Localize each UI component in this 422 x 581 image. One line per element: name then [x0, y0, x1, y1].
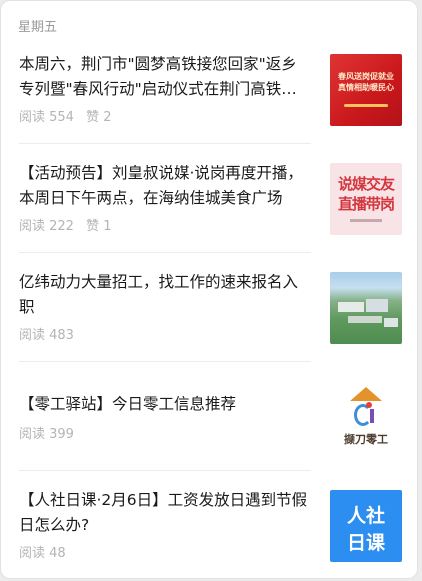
article-item[interactable]: 亿纬动力大量招工，找工作的速来报名入职 阅读 483 [1, 265, 417, 361]
divider [19, 252, 311, 253]
logo-text: 撷刀零工 [344, 433, 388, 446]
article-meta: 阅读 48 [19, 542, 66, 561]
read-count: 阅读 399 [19, 427, 74, 442]
article-title[interactable]: 【人社日课·2月6日】工资发放日遇到节假日怎么办? [19, 488, 311, 538]
thumb-caption: 人社 [346, 505, 385, 527]
article-item[interactable]: 【零工驿站】今日零工信息推荐 阅读 399 撷刀零工 [1, 374, 417, 470]
hrss-daily-lesson-image[interactable]: 人社 日课 [330, 490, 402, 562]
article-item[interactable]: 【活动预告】刘皇叔说媒·说岗再度开播，本周日下午两点，在海纳佳城美食广场 阅读 … [1, 156, 417, 252]
thumb-decoration [344, 104, 388, 107]
thumb-caption: 直播带岗 [337, 195, 395, 213]
divider [19, 143, 311, 144]
odd-job-logo-image[interactable]: 撷刀零工 [330, 381, 402, 453]
article-title[interactable]: 【零工驿站】今日零工信息推荐 [19, 392, 311, 417]
thumb-caption: 说媒交友 [337, 175, 395, 193]
article-meta: 阅读 399 [19, 423, 74, 442]
read-count: 阅读 48 [19, 546, 66, 561]
house-roof-icon [350, 387, 382, 401]
read-count: 阅读 222 [19, 219, 74, 234]
article-item[interactable]: 本周六，荆门市"圆梦高铁接您回家"返乡专列暨"春风行动"启动仪式在荆门高铁站举行… [1, 47, 417, 143]
thumb-caption: 真情相助暖民心 [338, 82, 394, 92]
article-meta: 阅读 222 赞 1 [19, 215, 112, 234]
day-label: 星期五 [18, 20, 58, 35]
article-title[interactable]: 【活动预告】刘皇叔说媒·说岗再度开播，本周日下午两点，在海纳佳城美食广场 [19, 161, 311, 211]
article-title[interactable]: 本周六，荆门市"圆梦高铁接您回家"返乡专列暨"春风行动"启动仪式在荆门高铁站举行 [19, 52, 311, 102]
like-count: 赞 1 [86, 219, 112, 234]
thumb-decoration [350, 219, 382, 222]
article-title[interactable]: 亿纬动力大量招工，找工作的速来报名入职 [19, 270, 311, 320]
divider [19, 361, 311, 362]
aerial-photo-image[interactable] [330, 272, 402, 344]
like-count: 赞 2 [86, 110, 112, 125]
article-meta: 阅读 483 [19, 324, 74, 343]
red-poster-image[interactable]: 春风送岗促就业 真情相助暖民心 [330, 54, 402, 126]
thumb-caption: 春风送岗促就业 [338, 71, 394, 81]
divider [19, 470, 311, 471]
article-item[interactable]: 【人社日课·2月6日】工资发放日遇到节假日怎么办? 阅读 48 人社 日课 [1, 483, 417, 578]
live-broadcast-image[interactable]: 说媒交友 直播带岗 [330, 163, 402, 235]
article-meta: 阅读 554 赞 2 [19, 106, 112, 125]
read-count: 阅读 554 [19, 110, 74, 125]
read-count: 阅读 483 [19, 328, 74, 343]
thumb-caption: 日课 [346, 532, 385, 554]
article-list-card: 星期五 本周六，荆门市"圆梦高铁接您回家"返乡专列暨"春风行动"启动仪式在荆门高… [0, 0, 418, 579]
